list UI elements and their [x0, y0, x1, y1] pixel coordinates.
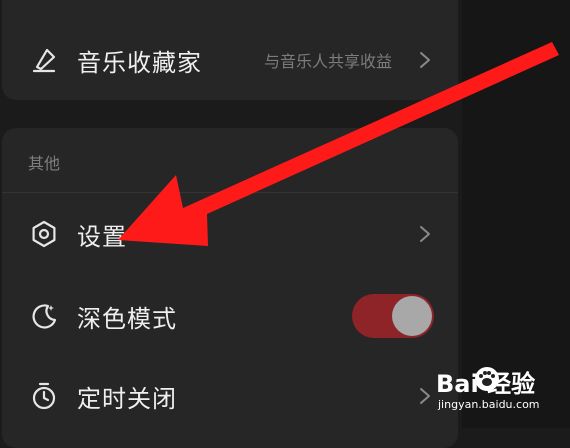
music-collector-label: 音乐收藏家 [77, 48, 202, 77]
music-collector-subtitle: 与音乐人共享收益 [263, 52, 392, 71]
watermark-site: jingyan.baidu.com [438, 398, 540, 411]
dark-mode-row: 深色模式 [0, 288, 456, 344]
sleep-timer-label: 定时关闭 [77, 384, 177, 413]
moon-stars-icon [28, 300, 60, 332]
quill-pen-icon [28, 44, 60, 76]
chevron-right-icon [416, 387, 434, 405]
toggle-knob [392, 296, 432, 336]
music-collector-row[interactable]: 音乐收藏家 与音乐人共享收益 [0, 32, 456, 88]
chevron-right-icon [416, 51, 434, 69]
paw-logo-icon [474, 366, 500, 396]
hexagon-settings-icon [28, 218, 60, 250]
baidu-watermark: Bai 经验 jingyan.baidu.com [434, 364, 564, 424]
section-title-other: 其他 [28, 154, 61, 173]
chevron-right-icon [416, 225, 434, 243]
dark-mode-toggle[interactable] [352, 294, 434, 338]
stopwatch-icon [28, 380, 60, 412]
divider [2, 192, 458, 193]
settings-label: 设置 [77, 222, 127, 251]
dark-mode-label: 深色模式 [77, 304, 177, 333]
sleep-timer-row[interactable]: 定时关闭 [0, 368, 456, 424]
settings-row[interactable]: 设置 [0, 206, 456, 262]
